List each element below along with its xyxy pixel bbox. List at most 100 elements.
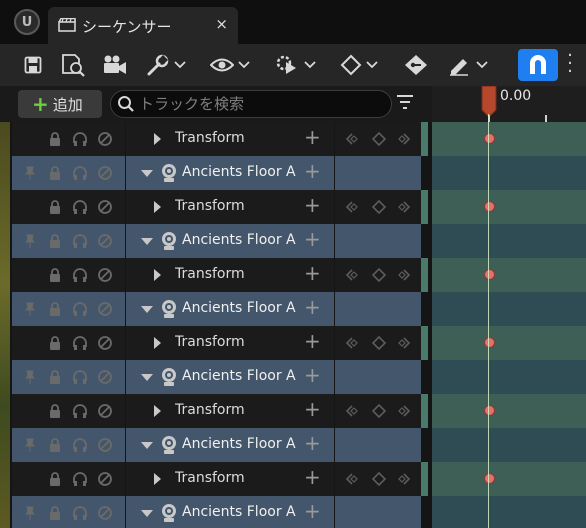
timeline-lane[interactable] xyxy=(432,326,586,360)
next-key-icon[interactable] xyxy=(397,335,413,351)
mute-icon[interactable] xyxy=(97,471,113,487)
render-movie-button[interactable] xyxy=(102,51,128,79)
track-name-cell[interactable]: Ancients Floor A (+ xyxy=(126,292,334,326)
lock-icon[interactable] xyxy=(47,267,63,283)
mute-icon[interactable] xyxy=(97,335,113,351)
expand-arrow-icon[interactable] xyxy=(154,133,161,145)
track-name-cell[interactable]: Ancients Floor A (+ xyxy=(126,496,334,528)
mute-icon[interactable] xyxy=(97,403,113,419)
keyframe[interactable] xyxy=(484,405,495,416)
track-row[interactable]: Transform + xyxy=(0,394,586,428)
headphones-icon[interactable] xyxy=(72,505,88,521)
headphones-icon[interactable] xyxy=(72,199,88,215)
add-subtrack-icon[interactable]: + xyxy=(304,433,321,453)
pin-icon[interactable] xyxy=(22,505,38,521)
timeline-lane[interactable] xyxy=(432,496,586,528)
add-subtrack-icon[interactable]: + xyxy=(304,127,321,147)
timeline-lane[interactable] xyxy=(432,190,586,224)
expand-arrow-icon[interactable] xyxy=(154,473,161,485)
track-name-cell[interactable]: Ancients Floor A (+ xyxy=(126,428,334,462)
keyframe-options-button[interactable] xyxy=(340,51,378,79)
add-subtrack-icon[interactable]: + xyxy=(304,331,321,351)
mute-icon[interactable] xyxy=(97,437,113,453)
actor-row[interactable]: Ancients Floor A (+ xyxy=(0,496,586,528)
edit-tools-button[interactable] xyxy=(448,51,488,79)
mute-icon[interactable] xyxy=(97,131,113,147)
add-key-icon[interactable] xyxy=(371,403,387,419)
actor-row[interactable]: Ancients Floor A (+ xyxy=(0,360,586,394)
add-subtrack-icon[interactable]: + xyxy=(304,195,321,215)
actor-row[interactable]: Ancients Floor A (+ xyxy=(0,156,586,190)
collapse-arrow-icon[interactable] xyxy=(141,238,153,245)
lock-icon[interactable] xyxy=(47,403,63,419)
keyframe[interactable] xyxy=(484,133,495,144)
save-button[interactable] xyxy=(24,51,42,79)
pin-icon[interactable] xyxy=(22,369,38,385)
key-tag-button[interactable] xyxy=(404,51,428,79)
lock-icon[interactable] xyxy=(47,335,63,351)
more-options-icon[interactable]: · · · xyxy=(562,47,578,81)
lock-icon[interactable] xyxy=(47,437,63,453)
headphones-icon[interactable] xyxy=(72,335,88,351)
track-row[interactable]: Transform + xyxy=(0,122,586,156)
playback-options-button[interactable] xyxy=(274,51,316,79)
add-key-icon[interactable] xyxy=(371,335,387,351)
tab-sequencer[interactable]: シーケンサー × xyxy=(48,7,238,44)
collapse-arrow-icon[interactable] xyxy=(141,442,153,449)
mute-icon[interactable] xyxy=(97,505,113,521)
lock-icon[interactable] xyxy=(47,301,63,317)
mute-icon[interactable] xyxy=(97,233,113,249)
lock-icon[interactable] xyxy=(47,131,63,147)
mute-icon[interactable] xyxy=(97,301,113,317)
collapse-arrow-icon[interactable] xyxy=(141,306,153,313)
track-name-cell[interactable]: Transform + xyxy=(126,122,334,156)
add-subtrack-icon[interactable]: + xyxy=(304,229,321,249)
previous-key-icon[interactable] xyxy=(343,199,359,215)
headphones-icon[interactable] xyxy=(72,403,88,419)
headphones-icon[interactable] xyxy=(72,437,88,453)
headphones-icon[interactable] xyxy=(72,471,88,487)
track-name-cell[interactable]: Transform + xyxy=(126,462,334,496)
next-key-icon[interactable] xyxy=(397,403,413,419)
timeline-lane[interactable] xyxy=(432,224,586,258)
add-subtrack-icon[interactable]: + xyxy=(304,161,321,181)
track-name-cell[interactable]: Ancients Floor A (+ xyxy=(126,224,334,258)
timeline-lane[interactable] xyxy=(432,292,586,326)
expand-arrow-icon[interactable] xyxy=(154,337,161,349)
browse-asset-button[interactable] xyxy=(60,51,88,79)
add-subtrack-icon[interactable]: + xyxy=(304,399,321,419)
lock-icon[interactable] xyxy=(47,165,63,181)
track-row[interactable]: Transform + xyxy=(0,190,586,224)
snap-toggle-button[interactable] xyxy=(518,49,558,81)
search-input[interactable] xyxy=(139,94,379,114)
track-row[interactable]: Transform + xyxy=(0,326,586,360)
keyframe[interactable] xyxy=(484,473,495,484)
actor-row[interactable]: Ancients Floor A (+ xyxy=(0,292,586,326)
close-icon[interactable]: × xyxy=(215,15,228,33)
add-subtrack-icon[interactable]: + xyxy=(304,467,321,487)
lock-icon[interactable] xyxy=(47,199,63,215)
next-key-icon[interactable] xyxy=(397,471,413,487)
pin-icon[interactable] xyxy=(22,301,38,317)
pin-icon[interactable] xyxy=(22,437,38,453)
previous-key-icon[interactable] xyxy=(343,403,359,419)
lock-icon[interactable] xyxy=(47,505,63,521)
add-subtrack-icon[interactable]: + xyxy=(304,263,321,283)
mute-icon[interactable] xyxy=(97,165,113,181)
track-name-cell[interactable]: Ancients Floor A (+ xyxy=(126,156,334,190)
track-name-cell[interactable]: Transform + xyxy=(126,394,334,428)
timeline-lane[interactable] xyxy=(432,394,586,428)
timeline-lane[interactable] xyxy=(432,156,586,190)
headphones-icon[interactable] xyxy=(72,233,88,249)
time-ruler[interactable]: 0.00 xyxy=(432,86,586,122)
mute-icon[interactable] xyxy=(97,369,113,385)
expand-arrow-icon[interactable] xyxy=(154,201,161,213)
add-key-icon[interactable] xyxy=(371,267,387,283)
headphones-icon[interactable] xyxy=(72,301,88,317)
keyframe[interactable] xyxy=(484,337,495,348)
collapse-arrow-icon[interactable] xyxy=(141,510,153,517)
keyframe[interactable] xyxy=(484,201,495,212)
add-key-icon[interactable] xyxy=(371,471,387,487)
next-key-icon[interactable] xyxy=(397,131,413,147)
collapse-arrow-icon[interactable] xyxy=(141,170,153,177)
